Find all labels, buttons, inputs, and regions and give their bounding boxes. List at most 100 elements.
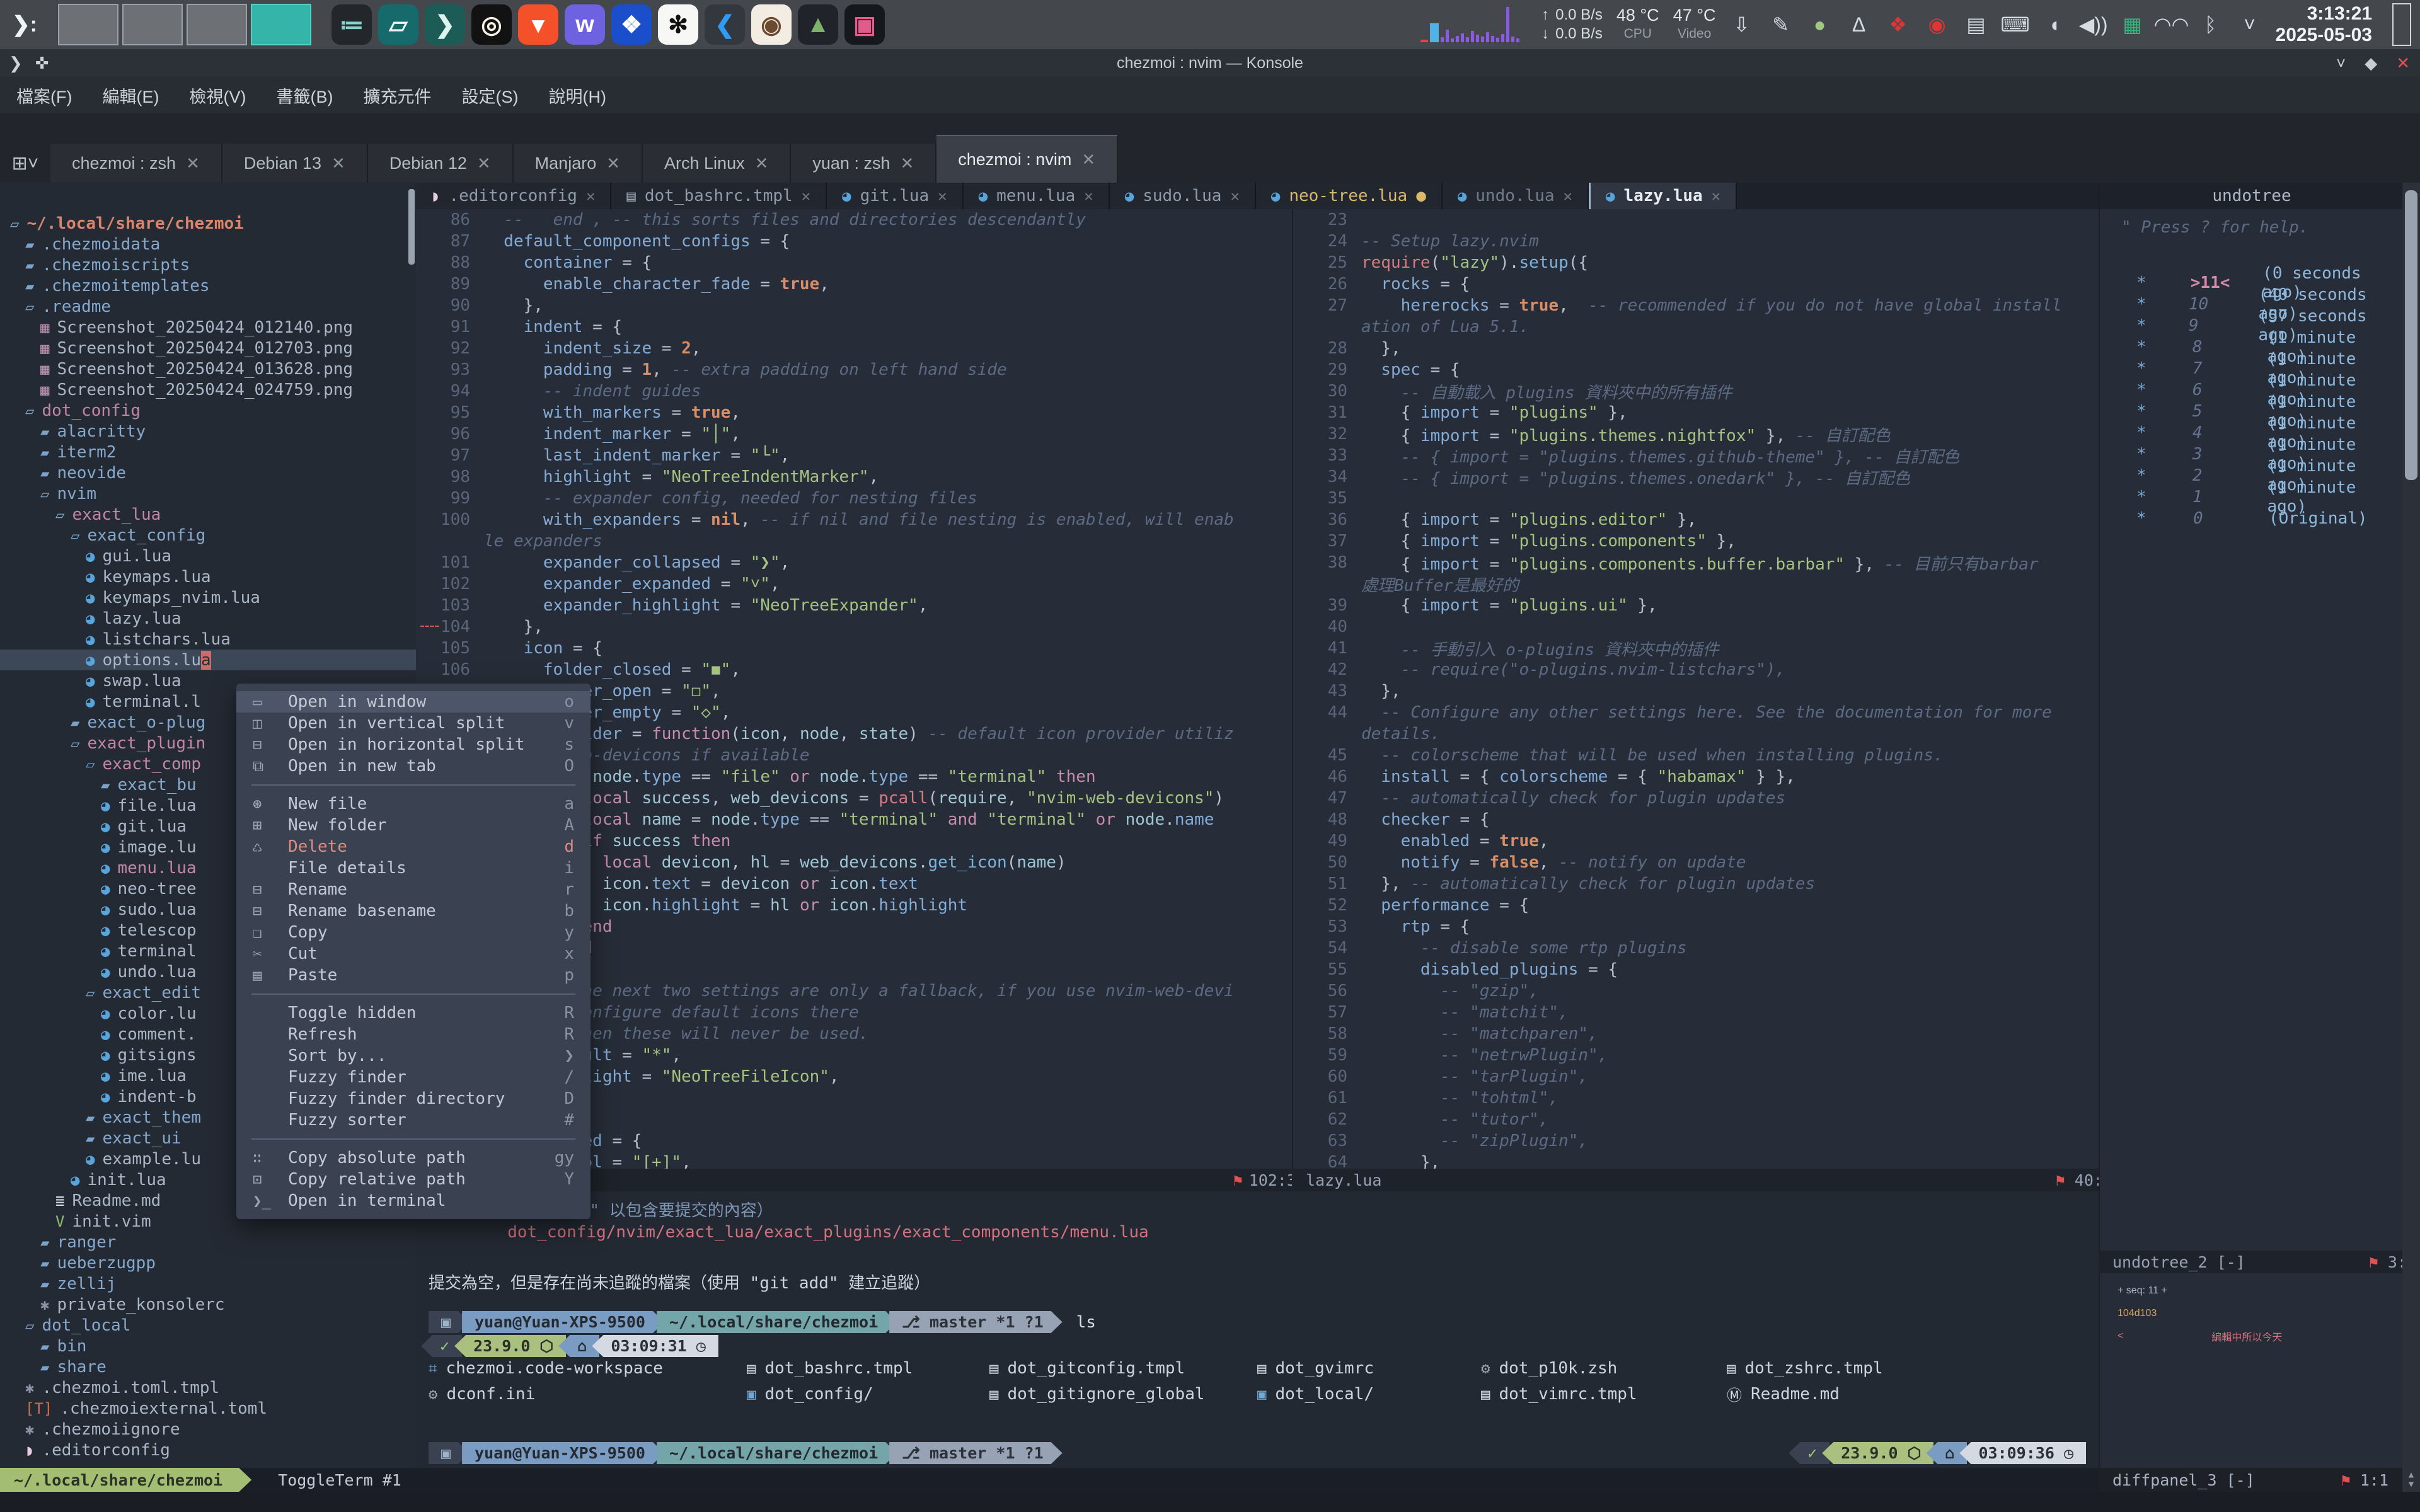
context-menu-item[interactable]: ⊡Copy relative pathY — [236, 1169, 591, 1190]
bitwarden-icon[interactable]: ❖ — [611, 4, 652, 45]
context-menu-item[interactable]: Sort by...❯ — [236, 1045, 591, 1067]
notifications-icon[interactable]: Δ — [1847, 13, 1871, 37]
context-menu-item[interactable]: ▭Open in windowo — [236, 691, 591, 713]
buffer-close-icon[interactable]: ✕ — [1712, 187, 1720, 205]
toggleterm-terminal[interactable]: <檔案>..." 以包含要提交的內容） dot_config/nvim/exac… — [416, 1191, 2099, 1468]
menu-檔案(F)[interactable]: 檔案(F) — [16, 83, 72, 108]
context-menu-item[interactable]: ♺Deleted — [236, 836, 591, 857]
context-menu-item[interactable]: ⊟Rename basenameb — [236, 900, 591, 922]
tab-close-icon[interactable]: ✕ — [331, 154, 345, 173]
brave-icon[interactable]: ▾ — [518, 4, 558, 45]
context-menu-item[interactable]: RefreshR — [236, 1024, 591, 1045]
konsole-icon[interactable]: ❯ — [425, 4, 465, 45]
context-menu-item[interactable]: ❯_Open in terminal — [236, 1190, 591, 1211]
tree-item[interactable]: ◕keymaps_nvim.lua — [0, 587, 416, 608]
system-monitor-graph[interactable] — [1420, 7, 1528, 42]
context-menu-item[interactable]: ◫Open in vertical splitv — [236, 713, 591, 734]
buffer-close-icon[interactable]: ✕ — [1084, 187, 1093, 205]
buffer-close-icon[interactable]: ✕ — [938, 187, 947, 205]
tree-item[interactable]: ▱dot_local — [0, 1315, 416, 1336]
tree-item[interactable]: ◕listchars.lua — [0, 629, 416, 650]
undotree-entry[interactable]: *0(Original) — [2100, 508, 2404, 529]
buffer-tab[interactable]: ◗.editorconfig✕ — [416, 183, 611, 209]
buffer-tab[interactable]: ▤dot_bashrc.tmpl✕ — [611, 183, 827, 209]
wifi-icon[interactable]: ◠◠ — [2160, 13, 2184, 37]
context-menu-item[interactable]: ⊟Renamer — [236, 879, 591, 900]
context-menu-item[interactable]: ∷Copy absolute pathgy — [236, 1147, 591, 1169]
color-picker-icon[interactable]: ✎ — [1769, 13, 1793, 37]
tree-item[interactable]: ▱exact_lua — [0, 504, 416, 525]
shield-icon[interactable]: ❖ — [1886, 13, 1910, 37]
wavebox-icon[interactable]: w — [565, 4, 605, 45]
buffer-tab[interactable]: ◕undo.lua✕ — [1443, 183, 1589, 209]
context-menu-item[interactable]: Fuzzy sorter# — [236, 1109, 591, 1131]
menu-設定(S)[interactable]: 設定(S) — [461, 83, 518, 108]
tree-item[interactable]: ▰bin — [0, 1336, 416, 1356]
window-titlebar[interactable]: chezmoi : nvim — Konsole ❯✜ ˅◆✕ — [0, 49, 2420, 77]
tree-item[interactable]: ◗.editorconfig — [0, 1440, 416, 1460]
tab-close-icon[interactable]: ✕ — [186, 154, 200, 173]
download-icon[interactable]: ⇩ — [1730, 13, 1754, 37]
tree-item[interactable]: ▰.chezmoiscripts — [0, 255, 416, 275]
context-menu-item[interactable]: Fuzzy finder/ — [236, 1067, 591, 1088]
tree-item[interactable]: ▰share — [0, 1356, 416, 1377]
context-menu-item[interactable]: Fuzzy finder directoryD — [236, 1088, 591, 1109]
menu-擴充元件[interactable]: 擴充元件 — [363, 83, 431, 108]
scrollbar-arrows[interactable]: ▲▼ — [2402, 1468, 2420, 1492]
tree-item[interactable]: ▰ranger — [0, 1232, 416, 1252]
app-launcher-icon[interactable]: ❯: — [0, 0, 49, 49]
window-menu-button[interactable]: ˅ — [2336, 54, 2346, 73]
context-menu-item[interactable]: ❏Copyy — [236, 922, 591, 943]
new-tab-button[interactable]: ⊞˅ — [0, 144, 50, 183]
menu-說明(H)[interactable]: 說明(H) — [548, 83, 606, 108]
mountain-app-icon[interactable]: ▲ — [798, 4, 838, 45]
context-menu-item[interactable]: Toggle hiddenR — [236, 1002, 591, 1024]
tree-item[interactable]: [T].chezmoiexternal.toml — [0, 1398, 416, 1419]
tree-item[interactable]: ▰ueberzugpp — [0, 1252, 416, 1273]
desktop-4[interactable] — [251, 4, 311, 45]
tree-item[interactable]: ▦Screenshot_20250424_012703.png — [0, 338, 416, 358]
tree-item[interactable]: ▰.chezmoitemplates — [0, 275, 416, 296]
terminal-tab[interactable]: yuan : zsh✕ — [791, 144, 936, 183]
cassette-icon[interactable]: ▦ — [2121, 13, 2145, 37]
tree-item[interactable]: ◕options.lua — [0, 650, 416, 670]
desktop-2[interactable] — [122, 4, 183, 45]
terminal-tab[interactable]: Debian 12✕ — [368, 144, 514, 183]
tree-item[interactable]: ▱exact_config — [0, 525, 416, 546]
tree-item[interactable]: ✱.chezmoiignore — [0, 1419, 416, 1440]
audio-device-icon[interactable]: ◖ — [2043, 13, 2066, 37]
tree-item[interactable]: ◕keymaps.lua — [0, 566, 416, 587]
tab-close-icon[interactable]: ✕ — [1081, 150, 1095, 169]
dbeaver-icon[interactable]: ◉ — [751, 4, 792, 45]
buffer-close-icon[interactable]: ✕ — [586, 187, 595, 205]
tree-item[interactable]: ▦Screenshot_20250424_024759.png — [0, 379, 416, 400]
menu-編輯(E)[interactable]: 編輯(E) — [102, 83, 159, 108]
context-menu-item[interactable]: ✂Cutx — [236, 943, 591, 965]
menu-檢視(V)[interactable]: 檢視(V) — [189, 83, 246, 108]
tree-item[interactable]: ◕gui.lua — [0, 546, 416, 566]
tree-item[interactable]: ▰alacritty — [0, 421, 416, 442]
tree-item[interactable]: ◕lazy.lua — [0, 608, 416, 629]
bluetooth-icon[interactable]: ᛒ — [2199, 13, 2223, 37]
buffer-tab[interactable]: ◕sudo.lua✕ — [1110, 183, 1256, 209]
pulse-icon[interactable]: ◉ — [1925, 13, 1949, 37]
terminal-tab[interactable]: Arch Linux✕ — [643, 144, 791, 183]
expand-tray-icon[interactable]: ˅ — [2238, 13, 2262, 37]
show-desktop-button[interactable] — [2392, 3, 2411, 46]
desktop-3[interactable] — [187, 4, 247, 45]
buffer-tab[interactable]: ◕menu.lua✕ — [964, 183, 1110, 209]
undotree-entry[interactable]: *1(1 minute ago) — [2100, 486, 2404, 508]
chatgpt-icon[interactable]: ✻ — [658, 4, 698, 45]
context-menu-item[interactable]: File detailsi — [236, 857, 591, 879]
tree-item[interactable]: ▦Screenshot_20250424_013628.png — [0, 358, 416, 379]
scrollbar-thumb[interactable] — [2405, 190, 2417, 480]
context-menu-item[interactable]: ▤Pastep — [236, 965, 591, 986]
tab-close-icon[interactable]: ✕ — [477, 154, 491, 173]
tab-close-icon[interactable]: ✕ — [755, 154, 769, 173]
buffer-tab[interactable]: ◕git.lua✕ — [827, 183, 963, 209]
desktop-1[interactable] — [58, 4, 118, 45]
buffer-tab[interactable]: ◕neo-tree.lua● — [1256, 183, 1443, 209]
close-button[interactable]: ✕ — [2396, 54, 2410, 73]
terminal-tab[interactable]: chezmoi : nvim✕ — [936, 135, 1118, 183]
vscode-icon[interactable]: ❮ — [705, 4, 745, 45]
